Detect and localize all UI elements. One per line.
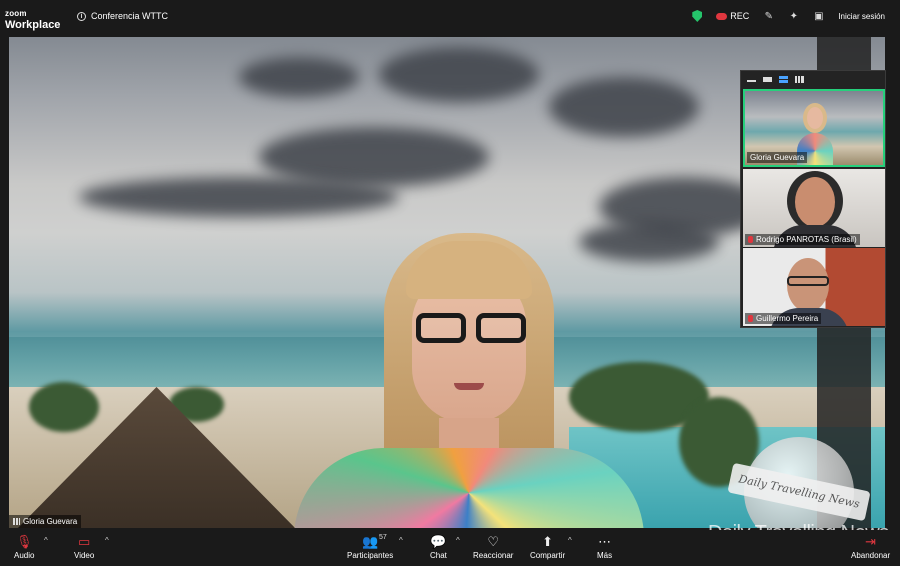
audio-options-caret[interactable]: ^ xyxy=(44,536,48,545)
apps-icon[interactable]: ▣ xyxy=(813,11,824,22)
audio-button[interactable]: 🎙 Audio xyxy=(14,534,34,560)
single-view-icon[interactable] xyxy=(763,76,772,82)
share-options-caret[interactable]: ^ xyxy=(568,536,572,545)
gallery-view-toolbar xyxy=(741,71,885,87)
mic-muted-icon: 🎙 xyxy=(15,534,33,549)
participant-glasses xyxy=(787,276,829,286)
react-button[interactable]: ♡ Reaccionar xyxy=(473,534,513,560)
mic-muted-icon xyxy=(748,315,753,322)
chat-label: Chat xyxy=(430,551,447,560)
signal-bars-icon xyxy=(13,518,20,525)
tile-name-label: Rodrigo PANROTAS (Brasil) xyxy=(745,234,860,245)
more-button[interactable]: ⋯ Más xyxy=(597,534,612,560)
cloud-record-icon xyxy=(716,12,728,20)
audio-label: Audio xyxy=(14,551,35,560)
leave-label: Abandonar xyxy=(851,551,891,560)
tile-name-label: Guillermo Pereira xyxy=(745,313,822,324)
meeting-toolbar: 🎙 Audio ^ ▭ Video ^ 👥 Participantes 57 ^… xyxy=(0,530,900,566)
annotate-pen-icon[interactable]: ✎ xyxy=(763,11,774,22)
sky-cloud xyxy=(549,77,699,137)
participant-name: Guillermo Pereira xyxy=(756,314,819,323)
participant-tile[interactable]: Guillermo Pereira xyxy=(743,248,885,326)
top-right-controls: REC ✎ ✦ ▣ Iniciar sesión xyxy=(692,10,885,22)
meeting-info-button[interactable]: i Conferencia WTTC xyxy=(77,11,168,21)
participant-gallery: Gloria Guevara Rodrigo PANROTAS (Brasil)… xyxy=(740,70,886,328)
participants-options-caret[interactable]: ^ xyxy=(399,536,403,545)
logo-line1: zoom xyxy=(5,9,27,18)
react-label: Reaccionar xyxy=(473,551,514,560)
chat-button[interactable]: 💬 Chat xyxy=(430,534,447,560)
speaker-name-label: Gloria Guevara xyxy=(9,515,82,528)
leave-button[interactable]: ⇥ Abandonar xyxy=(851,534,890,560)
video-off-icon: ▭ xyxy=(78,534,91,549)
participant-tile[interactable]: Gloria Guevara xyxy=(743,89,885,167)
sparkle-ai-icon[interactable]: ✦ xyxy=(788,11,799,22)
sign-in-button[interactable]: Iniciar sesión xyxy=(838,12,885,21)
speaker-shirt xyxy=(294,448,644,528)
share-label: Compartir xyxy=(530,551,566,560)
rec-label: REC xyxy=(730,11,750,21)
strip-view-icon[interactable] xyxy=(779,75,788,83)
mic-muted-icon xyxy=(748,236,753,243)
participant-name: Rodrigo PANROTAS (Brasil) xyxy=(756,235,857,244)
sky-cloud xyxy=(379,47,539,102)
meeting-title: Conferencia WTTC xyxy=(91,11,169,21)
participant-face xyxy=(795,177,835,227)
glasses-lens xyxy=(416,313,466,343)
grid-view-icon[interactable] xyxy=(795,75,804,83)
share-button[interactable]: ⬆ Compartir xyxy=(530,534,565,560)
speaker-figure xyxy=(294,233,644,528)
participant-name: Gloria Guevara xyxy=(750,153,805,162)
tile-name-label: Gloria Guevara xyxy=(747,152,808,163)
video-button[interactable]: ▭ Video xyxy=(74,534,94,560)
speaker-name: Gloria Guevara xyxy=(23,517,78,526)
logo-line2: Workplace xyxy=(5,19,61,31)
video-label: Video xyxy=(74,551,95,560)
top-bar: zoom Workplace i Conferencia WTTC REC ✎ … xyxy=(0,0,900,36)
participant-tile[interactable]: Rodrigo PANROTAS (Brasil) xyxy=(743,169,885,247)
chat-bubble-icon: 💬 xyxy=(430,534,447,549)
zoom-logo: zoom Workplace xyxy=(5,9,61,31)
participants-icon: 👥 xyxy=(362,534,379,549)
more-dots-icon: ⋯ xyxy=(598,534,612,549)
participant-face xyxy=(807,107,823,129)
recording-indicator[interactable]: REC xyxy=(716,11,749,21)
chat-options-caret[interactable]: ^ xyxy=(456,536,460,545)
palm-tree xyxy=(29,382,99,432)
participants-count: 57 xyxy=(379,534,387,541)
participants-label: Participantes xyxy=(347,551,394,560)
more-label: Más xyxy=(597,551,613,560)
speaker-mouth xyxy=(454,383,484,390)
info-icon: i xyxy=(77,11,86,21)
leave-door-icon: ⇥ xyxy=(865,534,877,549)
glasses-lens xyxy=(476,313,526,343)
share-screen-icon: ⬆ xyxy=(542,534,554,549)
sky-cloud xyxy=(239,57,359,97)
speaker-glasses xyxy=(416,313,526,343)
security-shield-icon[interactable] xyxy=(692,10,703,22)
minimize-icon[interactable] xyxy=(747,77,756,82)
heart-icon: ♡ xyxy=(487,534,500,549)
video-options-caret[interactable]: ^ xyxy=(105,536,109,545)
sky-cloud xyxy=(79,177,399,217)
